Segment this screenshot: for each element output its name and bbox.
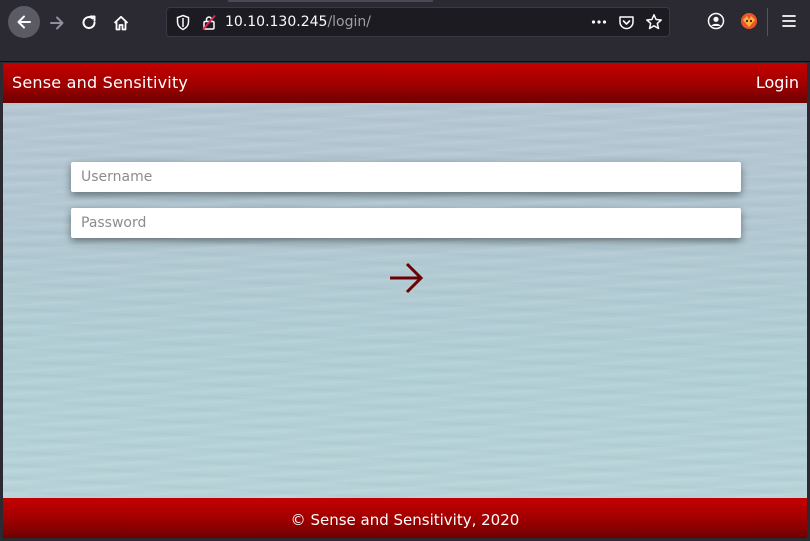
pocket-icon[interactable] [618, 14, 635, 31]
home-button[interactable] [106, 8, 136, 38]
arrow-left-icon [17, 15, 31, 29]
url-host: 10.10.130.245 [225, 14, 328, 30]
reload-button[interactable] [74, 8, 104, 38]
site-title[interactable]: Sense and Sensitivity [12, 73, 188, 92]
tab-strip-edge [228, 0, 433, 2]
forward-button[interactable] [42, 8, 72, 38]
username-input[interactable] [71, 162, 741, 192]
toolbar-separator [767, 8, 768, 36]
arrow-right-icon [50, 16, 64, 30]
address-bar[interactable]: 10.10.130.245/login/ [166, 7, 670, 37]
url-path: /login/ [327, 14, 371, 30]
submit-button[interactable] [388, 261, 424, 295]
tracking-shield-icon[interactable] [175, 14, 191, 31]
login-link[interactable]: Login [756, 73, 799, 92]
account-icon[interactable] [706, 11, 726, 31]
page-actions-icon[interactable] [590, 13, 608, 31]
insecure-lock-icon[interactable] [201, 14, 217, 31]
home-icon [113, 15, 129, 31]
back-button[interactable] [8, 6, 40, 38]
site-header: Sense and Sensitivity Login [3, 63, 807, 103]
arrow-right-icon [390, 262, 424, 294]
page-viewport: Sense and Sensitivity Login © Sense and … [3, 63, 807, 538]
footer-copyright: © Sense and Sensitivity, 2020 [290, 511, 520, 529]
reload-icon [82, 15, 96, 30]
extension-fox-icon[interactable] [739, 11, 759, 31]
browser-toolbar: 10.10.130.245/login/ [0, 0, 810, 62]
bookmark-star-icon[interactable] [645, 13, 663, 31]
password-input[interactable] [71, 208, 741, 238]
url-text[interactable]: 10.10.130.245/login/ [225, 14, 371, 30]
site-footer: © Sense and Sensitivity, 2020 [3, 498, 807, 538]
hamburger-menu-icon[interactable] [780, 11, 798, 31]
